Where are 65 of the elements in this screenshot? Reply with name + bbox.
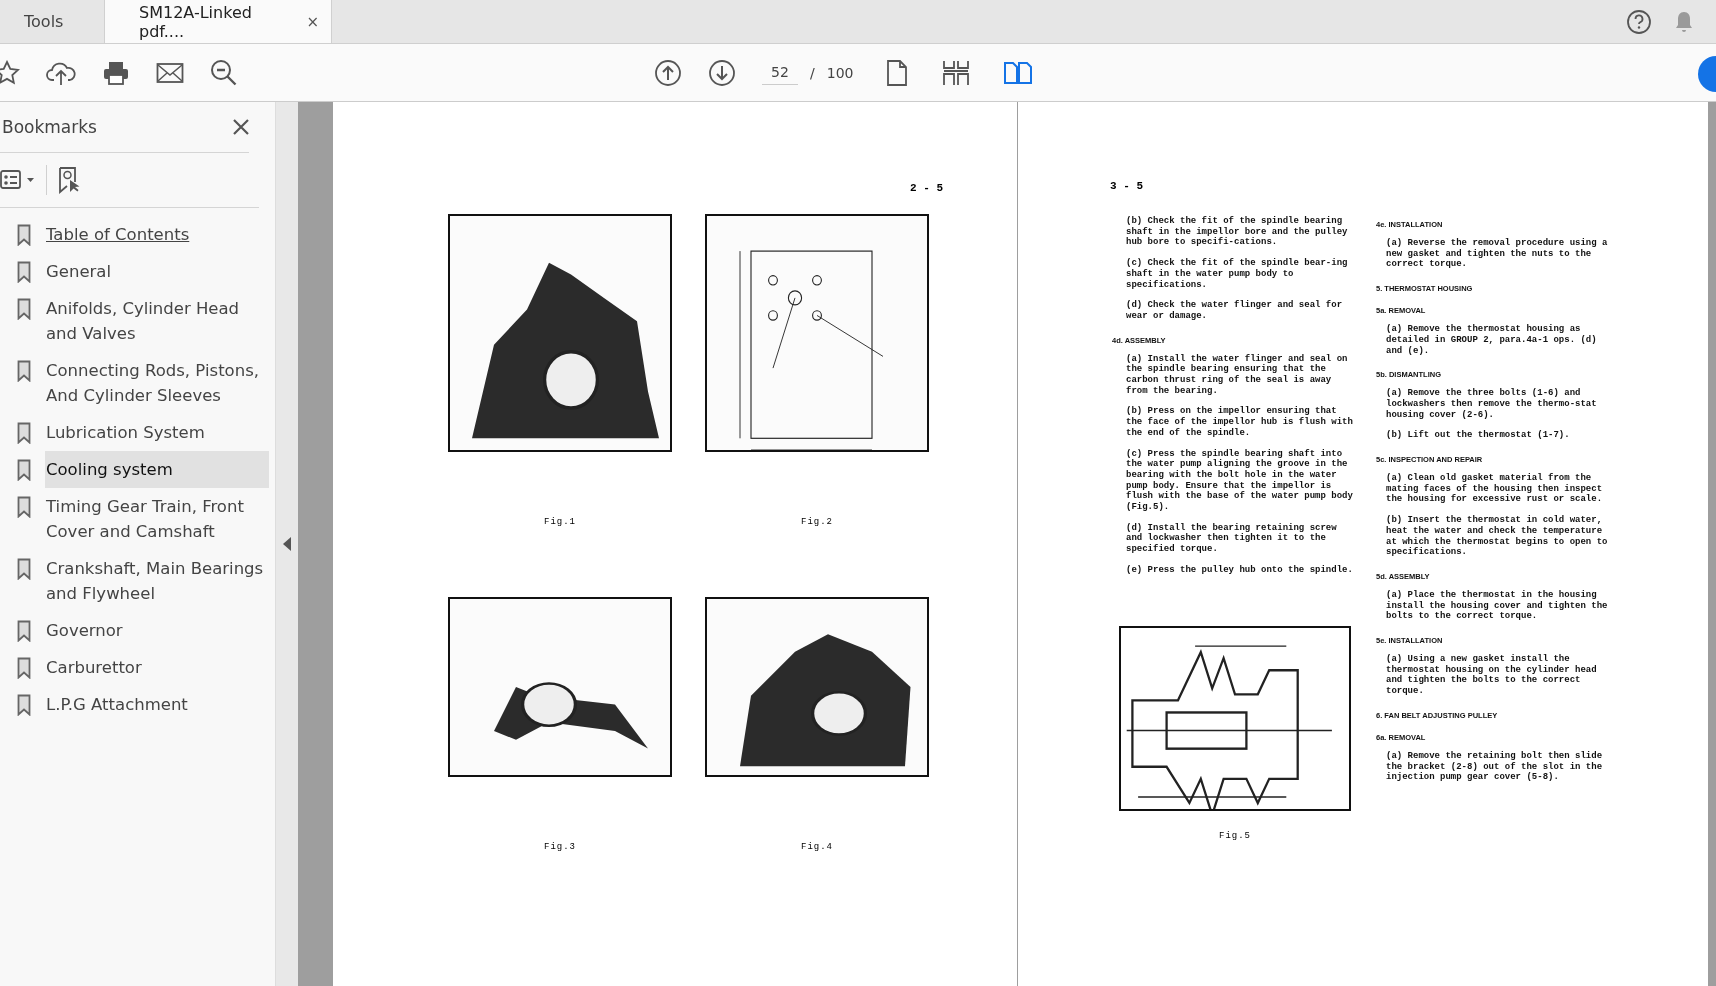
bookmark-item[interactable]: L.P.G Attachment bbox=[45, 690, 269, 719]
page-number: 2 - 5 bbox=[909, 182, 943, 194]
bookmark-icon bbox=[17, 224, 31, 246]
bookmark-icon bbox=[17, 496, 31, 518]
bookmark-item[interactable]: Governor bbox=[45, 616, 269, 645]
bookmark-icon bbox=[17, 459, 31, 481]
paragraph: (b) Check the fit of the spindle bearing shaft in the impellor bore and the pulley hub bore to specifi-cations. bbox=[1126, 216, 1349, 249]
paragraph: (c) Check the fit of the spindle bear-ing shaft in the water pump body to specifications. bbox=[1126, 258, 1349, 291]
panel-title: Bookmarks bbox=[2, 117, 97, 137]
bookmark-icon bbox=[17, 422, 31, 444]
paragraph: (d) Check the water flinger and seal for wear or damage. bbox=[1126, 300, 1344, 322]
figure-caption: Fig.3 bbox=[544, 842, 576, 852]
single-page-icon[interactable] bbox=[885, 58, 910, 87]
page-separator: / bbox=[810, 64, 815, 81]
bookmark-item[interactable]: Cooling system bbox=[45, 451, 269, 488]
previous-page-icon[interactable] bbox=[654, 58, 682, 87]
document-tab[interactable]: SM12A-Linked pdf.... × bbox=[105, 0, 332, 43]
paragraph: (a) Remove the thermostat housing as detailed in GROUP 2, para.4a-1 ops. (d) and (e). bbox=[1385, 324, 1598, 357]
bookmark-item[interactable]: Anifolds, Cylinder Head and Valves bbox=[45, 294, 269, 348]
paragraph: (a) Remove the three bolts (1-6) and lockwashers then remove the thermo-stat housing cover (2-6). bbox=[1385, 388, 1598, 421]
paragraph: (a) Place the thermostat in the housing install the housing cover and tighten the bolts to the correct torque. bbox=[1385, 589, 1608, 623]
zoom-out-icon[interactable] bbox=[210, 58, 238, 87]
page-total: 100 bbox=[826, 64, 854, 81]
close-icon[interactable] bbox=[233, 119, 249, 135]
figure-caption: Fig.5 bbox=[1219, 830, 1251, 841]
bookmark-item[interactable]: Table of Contents bbox=[45, 220, 269, 249]
help-icon[interactable] bbox=[1626, 8, 1652, 35]
paragraph: (b) Insert the thermostat in cold water, heat the water and check the temperature at which the thermostat begins to open to specifications. bbox=[1385, 515, 1608, 558]
options-menu-icon[interactable] bbox=[0, 169, 36, 191]
bookmark-icon bbox=[17, 298, 31, 320]
paragraph: (a) Using a new gasket install the thermostat housing on the cylinder head and tighten the bolts to the correct torque. bbox=[1385, 654, 1598, 697]
close-tab-button[interactable]: × bbox=[306, 12, 319, 31]
bookmark-item[interactable]: Connecting Rods, Pistons, And Cylinder Sleeves bbox=[45, 356, 269, 410]
bookmark-item[interactable]: General bbox=[45, 257, 269, 286]
bookmark-icon bbox=[17, 360, 31, 382]
bookmark-icon bbox=[17, 558, 31, 580]
bookmark-icon bbox=[17, 261, 31, 283]
paragraph: (a) Reverse the removal procedure using a new gasket and tighten the nuts to the correct torque. bbox=[1385, 238, 1608, 271]
figure-caption: Fig.1 bbox=[544, 517, 576, 527]
paragraph: (b) Lift out the thermostat (1-7). bbox=[1385, 430, 1571, 442]
paragraph: (a) Install the water flinger and seal on the spindle bearing ensuring that the carbon thrust ring of the seal is away from the bearing. bbox=[1126, 353, 1349, 397]
print-icon[interactable] bbox=[102, 59, 130, 86]
paragraph: (a) Remove the retaining bolt then slide the bracket (2-8) out of the slot in the injection pump gear cover (5-8). bbox=[1385, 750, 1604, 783]
next-page-icon[interactable] bbox=[708, 58, 736, 87]
bookmark-item[interactable]: Lubrication System bbox=[45, 418, 269, 447]
bookmark-icon bbox=[17, 657, 31, 679]
scroll-pages-icon[interactable] bbox=[941, 58, 972, 87]
bookmark-item[interactable]: Crankshaft, Main Bearings and Flywheel bbox=[45, 554, 269, 608]
paragraph: (d) Install the bearing retaining screw and lockwasher then tighten it to the specified torque. bbox=[1126, 522, 1338, 555]
paragraph: (b) Press on the impellor ensuring that the face of the impellor hub is flush with the end of the spindle. bbox=[1126, 406, 1354, 439]
paragraph: (e) Press the pulley hub onto the spindle. bbox=[1126, 564, 1354, 576]
bookmark-item[interactable]: Timing Gear Train, Front Cover and Camshaft bbox=[45, 492, 269, 546]
star-icon[interactable] bbox=[0, 59, 20, 86]
page-number-field[interactable]: 52 bbox=[762, 60, 798, 85]
page-number: 3 - 5 bbox=[1110, 180, 1144, 192]
figure-caption: Fig.2 bbox=[801, 517, 833, 527]
two-page-icon[interactable] bbox=[1003, 60, 1034, 85]
bookmark-item[interactable]: Carburettor bbox=[45, 653, 269, 682]
paragraph: (c) Press the spindle bearing shaft into the water pump aligning the groove in the bearing with the bolt hole in the water pump body. Ensure that the impellor is flush with the base of the water pump body (Fig.5). bbox=[1126, 448, 1354, 513]
figure-caption: Fig.4 bbox=[801, 842, 833, 852]
paragraph: (a) Clean old gasket material from the mating faces of the housing then inspect the housing for excessive rust or scale. bbox=[1385, 473, 1604, 506]
bookmark-icon bbox=[17, 620, 31, 642]
bookmark-icon bbox=[17, 694, 31, 716]
mail-icon[interactable] bbox=[156, 61, 184, 84]
collapse-panel-icon[interactable] bbox=[283, 537, 291, 551]
